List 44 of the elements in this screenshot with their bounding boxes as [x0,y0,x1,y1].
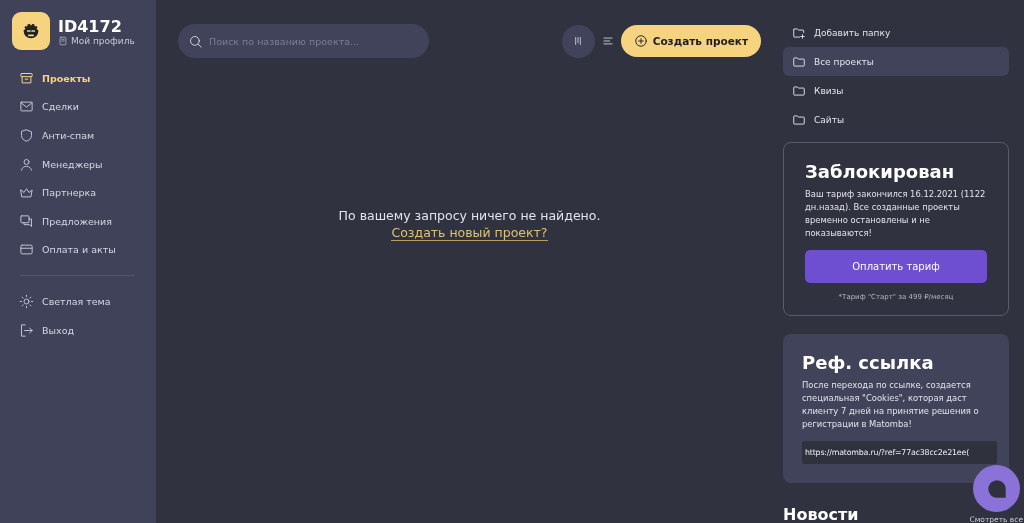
nav-item[interactable]: Оплата и акты [12,235,156,265]
folder-icon [792,112,806,127]
create-project-button[interactable]: Создать проект [620,25,761,57]
card-text: После перехода по ссылке, создается специальная "Cookies", которая даст клиенту 7 дней на принятие решения о регистрации в Matomba! [802,379,980,431]
sort-button[interactable] [600,34,615,48]
sun-icon [19,293,34,309]
plus-circle-icon [633,34,648,48]
document-icon [58,35,68,46]
folder-item[interactable]: Сайты [783,105,1009,134]
chat-icon [19,213,34,229]
card-text: Ваш тариф закончился 16.12.2021 (1122 дн.назад). Все созданные проекты временно остановлены и не показываются! [805,188,987,240]
shield-icon [19,128,34,143]
folder-item[interactable]: Все проекты [783,47,1009,76]
nav-item[interactable]: Светлая тема [12,287,156,316]
box-icon [19,70,34,86]
card-title: Заблокирован [805,161,956,182]
nav-item[interactable]: Выход [12,315,156,345]
create-project-link[interactable]: Создать новый проект? [391,225,548,241]
nav-item[interactable]: Анти-спам [12,121,156,150]
view-toggle-button[interactable] [561,24,595,58]
news-title: Новости [783,505,859,523]
empty-message: По вашему запросу ничего не найдено. [338,208,601,223]
folder-item[interactable]: Квизы [783,76,1009,105]
folder-item[interactable]: Добавить папку [783,18,1009,47]
nav-item[interactable]: Предложения [12,206,156,236]
nav-item[interactable]: Проекты [12,64,156,93]
nav-item[interactable]: Сделки [12,92,156,122]
lines-icon [600,34,615,48]
chat-button[interactable] [973,465,1020,512]
profile-id: ID4172 [58,16,123,36]
nav-item[interactable]: Менеджеры [12,149,156,179]
profile-link[interactable]: Мой профиль [58,35,135,46]
search-icon [188,34,203,49]
card-icon [19,242,34,258]
logout-icon [19,322,34,338]
card-title: Реф. ссылка [802,352,935,373]
pay-button[interactable]: Оплатить тариф [805,250,987,283]
folder-plus-icon [792,25,806,40]
nav-item[interactable]: Партнерка [12,178,156,207]
crown-icon [19,185,34,201]
person-icon [19,156,34,172]
envelope-icon [19,99,34,115]
folder-icon [792,83,806,98]
folder-icon [792,54,806,69]
